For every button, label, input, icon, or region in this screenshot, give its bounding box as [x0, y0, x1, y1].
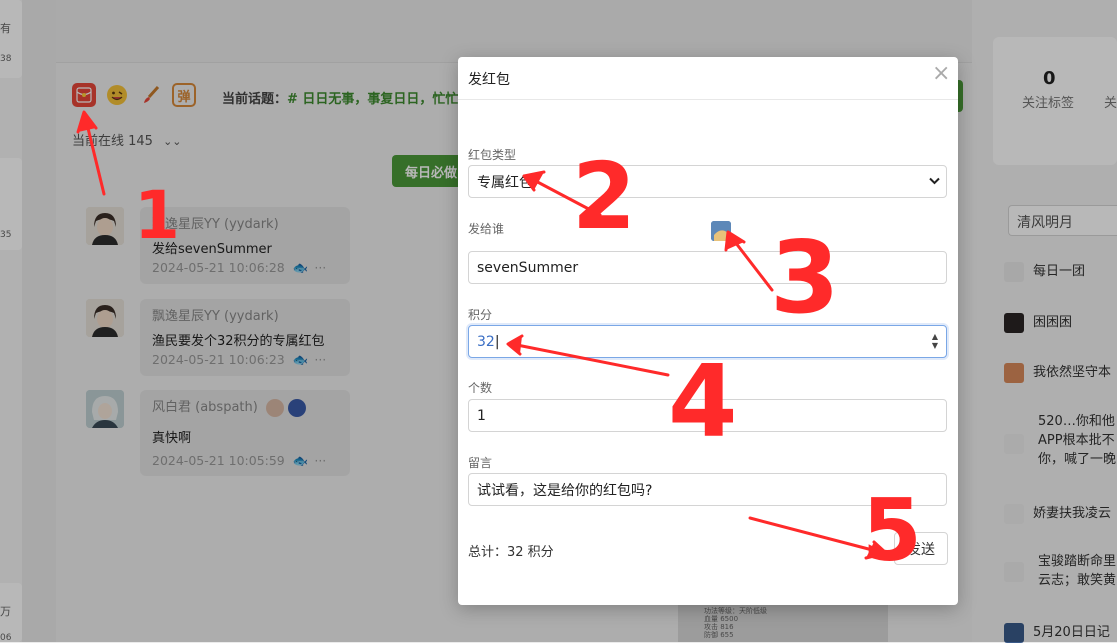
annotation-arrow	[510, 342, 670, 377]
annotation-number: 3	[770, 219, 840, 336]
annotation-arrowhead	[76, 110, 98, 134]
annotation-number: 1	[134, 177, 180, 254]
annotation-number: 2	[572, 143, 636, 250]
annotation-number: 5	[862, 481, 922, 581]
annotation-arrow	[84, 118, 106, 196]
annotation-arrowhead	[506, 334, 524, 356]
annotation-layer: 1 2 3 4 5	[76, 110, 922, 581]
annotation-arrowhead	[724, 230, 746, 252]
annotation-arrow	[730, 236, 774, 292]
annotation-number: 4	[668, 343, 738, 460]
annotation-arrow	[748, 516, 882, 554]
annotation-arrowhead	[522, 170, 546, 192]
